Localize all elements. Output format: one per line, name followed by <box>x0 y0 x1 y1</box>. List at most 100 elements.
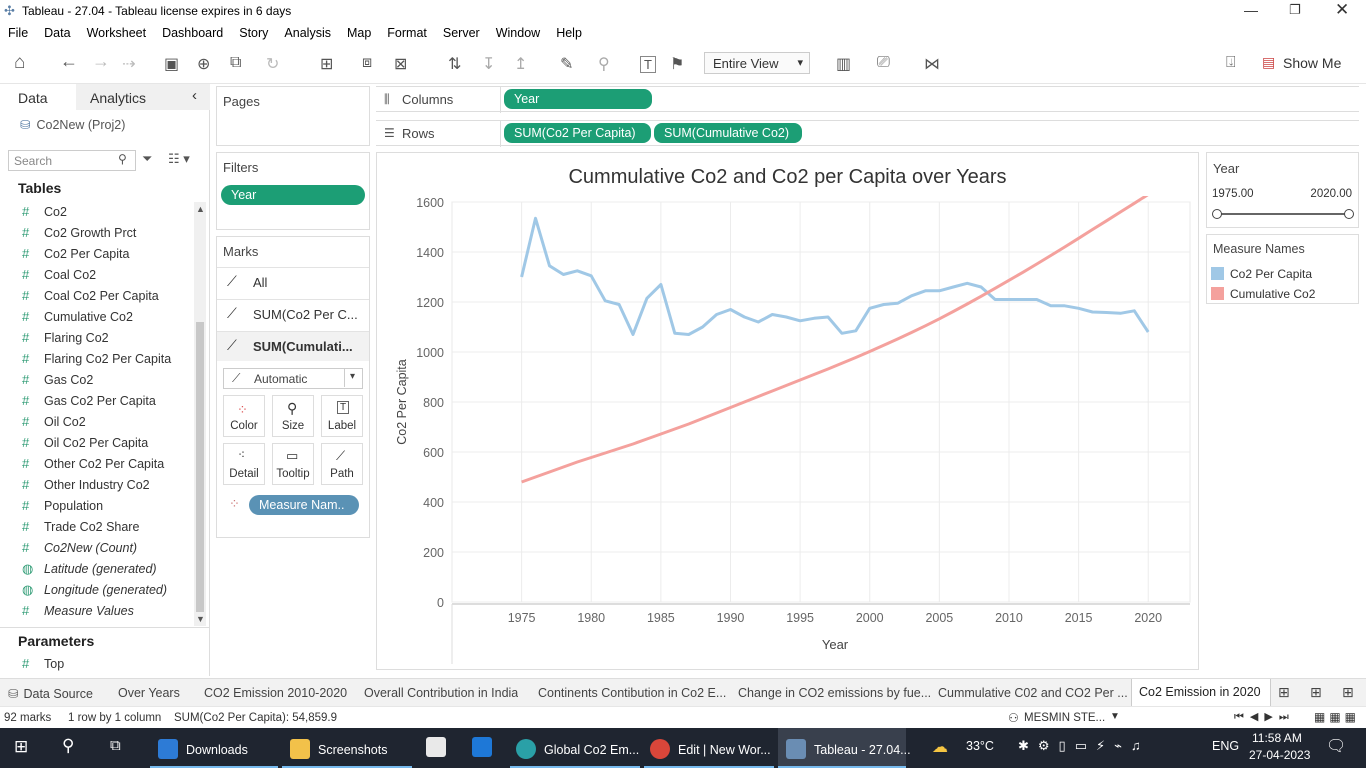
paint-icon[interactable]: ⍗ <box>1226 54 1236 72</box>
marks-all-row[interactable]: ⟋ All <box>217 267 369 297</box>
undo-icon[interactable]: ← <box>60 51 78 72</box>
field-item[interactable]: # Measure Values <box>22 603 134 618</box>
group-icon[interactable]: ⚲ <box>598 54 610 74</box>
taskbar-edge[interactable]: Global Co2 Em... <box>516 739 639 759</box>
size-card[interactable]: ⚲ Size <box>272 395 314 437</box>
line-chart[interactable]: 0 200 400 600 800 1000 1200 1400 1600 1975 1980 198… <box>376 196 1199 666</box>
rows-shelf[interactable]: ☰ Rows SUM(Co2 Per Capita) SUM(Cumulativ… <box>376 120 1359 147</box>
year-slider-track[interactable] <box>1217 213 1349 215</box>
taskbar-downloads[interactable]: Downloads <box>158 739 248 759</box>
taskbar-screenshots[interactable]: Screenshots <box>290 739 387 759</box>
field-item[interactable]: # Other Co2 Per Capita <box>22 456 164 471</box>
field-item[interactable]: # Gas Co2 Per Capita <box>22 393 156 408</box>
share-icon[interactable]: ⋈ <box>924 54 940 74</box>
chevron-down-icon[interactable]: ▼ <box>1110 711 1120 722</box>
system-tray-icons[interactable]: ✱⚙▯▭⚡⌁♫ <box>1018 738 1150 754</box>
tooltip-card[interactable]: ▭ Tooltip <box>272 443 314 485</box>
replay-icon[interactable]: ⇢ <box>122 54 135 74</box>
field-item[interactable]: # Flaring Co2 <box>22 330 109 345</box>
pause-updates-icon[interactable]: ⧉ <box>230 54 241 72</box>
search-input[interactable]: Search <box>8 150 136 171</box>
clock-date[interactable]: 27-04-2023 <box>1249 748 1310 762</box>
home-icon[interactable]: ⌂ <box>14 52 25 74</box>
language-indicator[interactable]: ENG <box>1212 739 1239 753</box>
sort-descending-icon[interactable]: ↥ <box>514 54 527 74</box>
field-item[interactable]: ◍ Longitude (generated) <box>22 582 167 598</box>
field-item[interactable]: # Co2 Growth Prct <box>22 225 136 240</box>
highlight-icon[interactable]: ✎ <box>560 54 573 74</box>
tab-analytics[interactable]: Analytics <box>90 90 146 106</box>
field-item[interactable]: # Other Industry Co2 <box>22 477 150 492</box>
field-item[interactable]: # Co2New (Count) <box>22 540 137 555</box>
mark-type-dropdown[interactable]: ⟋ Automatic ▾ <box>223 368 363 389</box>
tab-co2-emission-2020[interactable]: Co2 Emission in 2020 <box>1131 679 1271 707</box>
parameter-item[interactable]: # Top <box>22 656 64 671</box>
taskbar-tableau[interactable]: Tableau - 27.04... <box>786 739 911 759</box>
close-button[interactable]: ✕ <box>1335 0 1349 20</box>
windows-start-icon[interactable]: ⊞ <box>14 737 28 757</box>
refresh-icon[interactable]: ↻ <box>266 54 279 74</box>
field-item[interactable]: # Flaring Co2 Per Capita <box>22 351 171 366</box>
redo-icon[interactable]: → <box>92 51 110 72</box>
filter-pill-year[interactable]: Year <box>221 185 365 205</box>
clock-time[interactable]: 11:58 AM <box>1252 731 1302 745</box>
tab-data[interactable]: Data <box>0 84 76 110</box>
tab-co2-emission-2010-2020[interactable]: CO2 Emission 2010-2020 <box>204 686 347 700</box>
detail-card[interactable]: ⁖ Detail <box>223 443 265 485</box>
search-icon[interactable]: ⚲ <box>62 736 74 756</box>
tab-change-co2[interactable]: Change in CO2 emissions by fue... <box>738 686 931 700</box>
menu-server[interactable]: Server <box>435 22 488 40</box>
status-user[interactable]: MESMIN STE... <box>1024 712 1105 724</box>
tab-over-years[interactable]: Over Years <box>118 686 190 700</box>
tab-cummulative[interactable]: Cummulative C02 and CO2 Per ... <box>938 686 1128 700</box>
new-datasource-icon[interactable]: ⊕ <box>197 54 210 74</box>
label-card[interactable]: T Label <box>321 395 363 437</box>
task-view-icon[interactable]: ⧉ <box>110 737 121 754</box>
field-item[interactable]: # Co2 <box>22 204 67 219</box>
menu-help[interactable]: Help <box>548 22 590 40</box>
field-item[interactable]: ◍ Latitude (generated) <box>22 561 157 577</box>
taskbar-chrome[interactable]: Edit | New Wor... <box>650 739 771 759</box>
menu-map[interactable]: Map <box>339 22 379 40</box>
new-worksheet-icon[interactable]: ⊞ <box>320 54 333 74</box>
save-icon[interactable]: ▣ <box>164 54 179 74</box>
tab-data-source[interactable]: ⛁ Data Source <box>8 686 93 701</box>
pin-icon[interactable]: ⚑ <box>670 54 684 74</box>
mail-icon[interactable] <box>472 737 492 757</box>
measure-names-pill[interactable]: Measure Nam.. <box>249 495 359 515</box>
new-dashboard-icon[interactable]: ⊞ <box>1310 684 1322 701</box>
color-card[interactable]: ⁘ Color <box>223 395 265 437</box>
columns-shelf[interactable]: ⫼ Columns Year <box>376 86 1359 113</box>
field-item[interactable]: # Population <box>22 498 103 513</box>
view-options-icon[interactable]: ☷ ▾ <box>168 151 190 167</box>
filters-shelf[interactable]: Filters Year <box>216 152 370 230</box>
field-item[interactable]: # Trade Co2 Share <box>22 519 139 534</box>
year-slider-max-handle[interactable] <box>1344 209 1354 219</box>
field-item[interactable]: # Gas Co2 <box>22 372 93 387</box>
minimize-button[interactable]: — <box>1244 2 1258 18</box>
restore-button[interactable]: ❐ <box>1289 2 1301 18</box>
datasource-item[interactable]: ⛁ Co2New (Proj2) <box>20 117 125 132</box>
scroll-up-icon[interactable]: ▲ <box>196 204 205 214</box>
fit-dropdown[interactable]: Entire View <box>704 52 810 74</box>
collapse-icon[interactable]: ‹ <box>192 87 197 104</box>
scrollbar-thumb[interactable] <box>196 322 204 612</box>
field-item[interactable]: # Oil Co2 Per Capita <box>22 435 148 450</box>
view-toggle-icons[interactable]: ▦▦▦ <box>1314 710 1360 724</box>
weather-temp[interactable]: 33°C <box>966 739 994 753</box>
sheet-nav-icons[interactable]: ⏮◀▶⏭ <box>1234 710 1295 724</box>
show-me-icon[interactable]: ▤ <box>1262 54 1275 71</box>
field-item[interactable]: # Coal Co2 Per Capita <box>22 288 159 303</box>
menu-window[interactable]: Window <box>488 22 548 40</box>
menu-data[interactable]: Data <box>36 22 78 40</box>
scroll-down-icon[interactable]: ▼ <box>196 614 205 624</box>
menu-dashboard[interactable]: Dashboard <box>154 22 231 40</box>
column-pill-year[interactable]: Year <box>504 89 652 109</box>
legend-item[interactable]: Co2 Per Capita <box>1211 267 1312 281</box>
notification-icon[interactable]: 🗨 <box>1326 736 1346 756</box>
show-labels-icon[interactable]: T <box>640 56 656 73</box>
marks-row-cumulative[interactable]: ⟋ SUM(Cumulati... <box>217 331 369 361</box>
path-card[interactable]: ⟋ Path <box>321 443 363 485</box>
field-item[interactable]: # Co2 Per Capita <box>22 246 129 261</box>
tab-overall-contribution[interactable]: Overall Contribution in India <box>364 686 518 700</box>
